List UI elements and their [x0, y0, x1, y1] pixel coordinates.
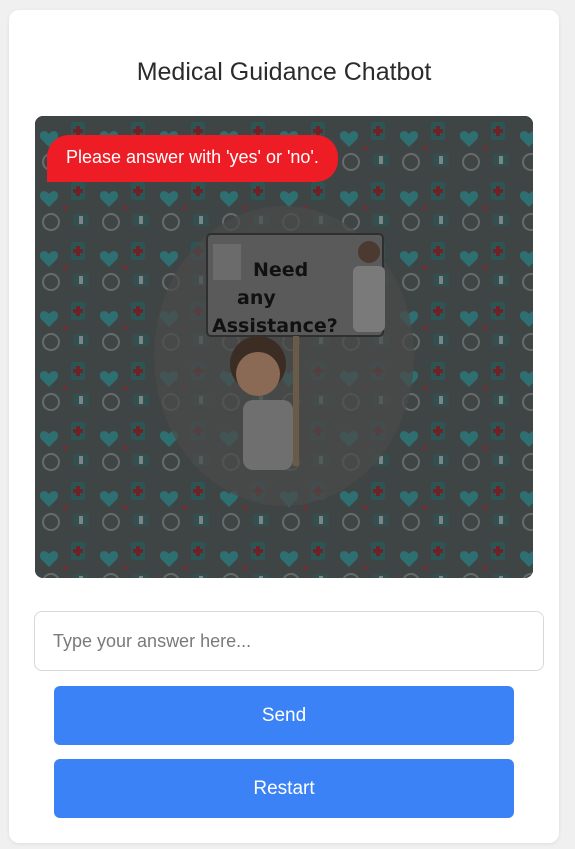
page-title: Medical Guidance Chatbot: [136, 58, 432, 86]
answer-input[interactable]: [34, 611, 544, 671]
chat-window: Need any Assistance?: [35, 116, 533, 578]
bot-message-bubble: Please answer with 'yes' or 'no'.: [47, 135, 338, 182]
poster-text-line1: Need: [253, 259, 308, 281]
poster-text-line3: Assistance?: [212, 315, 338, 337]
send-button[interactable]: Send: [54, 686, 514, 745]
chat-background-illustration: Need any Assistance?: [35, 116, 533, 578]
restart-button[interactable]: Restart: [54, 759, 514, 818]
poster-text-line2: any: [237, 287, 276, 309]
